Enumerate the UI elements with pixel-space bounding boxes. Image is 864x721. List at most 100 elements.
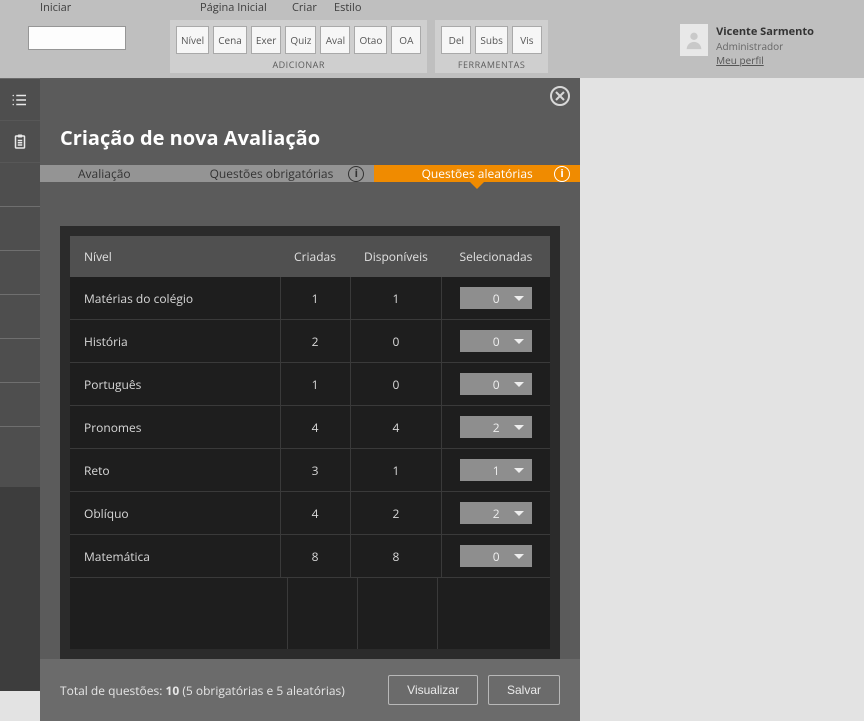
tabs: Avaliação Questões obrigatórias i Questõ… [40,165,580,182]
chevron-down-icon [514,425,524,435]
ribbon-group-tools: Del Subs Vis FERRAMENTAS [435,20,548,73]
ribbon-btn-vis[interactable]: Vis [512,26,542,54]
selected-dropdown[interactable]: 2 [460,416,532,438]
cell-available: 2 [350,492,442,535]
selected-dropdown[interactable]: 2 [460,502,532,524]
cell-created: 1 [280,363,350,406]
ribbon-btn-quiz[interactable]: Quiz [285,26,316,54]
cell-selected: 2 [442,492,550,535]
tab-aleatorias[interactable]: Questões aleatórias i [374,165,580,182]
tab-label: Avaliação [78,165,131,182]
ribbon-btn-exer[interactable]: Exer [251,26,282,54]
sidebar [0,78,40,691]
cell-created: 3 [280,449,350,492]
footer-detail: (5 obrigatórias e 5 aleatórias) [179,682,345,699]
user-role: Administrador [716,39,814,53]
selected-dropdown[interactable]: 0 [460,330,532,352]
cell-selected: 0 [442,320,550,363]
clipboard-icon [11,133,29,151]
cell-available: 1 [350,277,442,320]
questions-table: Nível Criadas Disponíveis Selecionadas M… [60,226,560,659]
cell-available: 0 [350,320,442,363]
modal-title: Criação de nova Avaliação [40,78,580,165]
info-icon[interactable]: i [554,166,570,182]
cell-available: 8 [350,535,442,578]
user-profile-link[interactable]: Meu perfil [716,53,814,67]
selected-dropdown[interactable]: 0 [460,545,532,567]
table-row: Matérias do colégio110 [70,277,550,320]
th-available: Disponíveis [350,236,442,277]
close-button[interactable] [550,86,570,106]
tab-label: Questões aleatórias [422,165,533,182]
ribbon-btn-oa[interactable]: OA [391,26,421,54]
chevron-down-icon [514,511,524,521]
cell-created: 2 [280,320,350,363]
chevron-down-icon [514,468,524,478]
ribbon-btn-otao[interactable]: Otao [354,26,387,54]
cell-selected: 1 [442,449,550,492]
menu-criar[interactable]: Criar [292,0,334,14]
user-box: Vicente Sarmento Administrador Meu perfi… [680,24,814,67]
table-row: Pronomes442 [70,406,550,449]
cell-created: 4 [280,406,350,449]
cell-selected: 2 [442,406,550,449]
table-empty-area [70,577,550,649]
sidebar-btn-list[interactable] [0,79,40,121]
cell-available: 0 [350,363,442,406]
cell-created: 8 [280,535,350,578]
user-name: Vicente Sarmento [716,24,814,39]
cell-selected: 0 [442,277,550,320]
table-row: História200 [70,320,550,363]
title-input[interactable] [28,26,126,50]
close-icon [555,91,565,101]
sidebar-btn-clipboard[interactable] [0,121,40,163]
selected-dropdown[interactable]: 0 [460,373,532,395]
table-row: Oblíquo422 [70,492,550,535]
chevron-down-icon [514,554,524,564]
ribbon-btn-aval[interactable]: Aval [320,26,350,54]
menu-estilo[interactable]: Estilo [334,0,361,14]
save-button[interactable]: Salvar [488,675,560,705]
th-selected: Selecionadas [442,236,550,277]
modal-footer: Total de questões: 10 (5 obrigatórias e … [40,659,580,721]
table-row: Reto311 [70,449,550,492]
person-icon [683,27,705,53]
menu-pagina-inicial[interactable]: Página Inicial [200,0,292,14]
cell-level: Reto [70,449,280,492]
ribbon: Iniciar Página Inicial Criar Estilo Níve… [0,0,864,78]
selected-dropdown[interactable]: 0 [460,287,532,309]
cell-level: Matemática [70,535,280,578]
ribbon-group-tools-label: FERRAMENTAS [441,58,542,71]
ribbon-btn-del[interactable]: Del [441,26,471,54]
footer-summary: Total de questões: 10 (5 obrigatórias e … [60,682,378,699]
cell-created: 4 [280,492,350,535]
footer-prefix: Total de questões: [60,682,166,699]
footer-total: 10 [166,682,180,699]
ribbon-btn-subs[interactable]: Subs [475,26,508,54]
cell-level: História [70,320,280,363]
tab-avaliacao[interactable]: Avaliação [40,165,169,182]
menu-iniciar[interactable]: Iniciar [40,0,200,14]
ribbon-group-add-label: ADICIONAR [176,58,421,71]
info-icon[interactable]: i [348,166,364,182]
th-level: Nível [70,236,280,277]
cell-created: 1 [280,277,350,320]
menubar: Iniciar Página Inicial Criar Estilo [0,0,864,14]
tab-label: Questões obrigatórias [210,165,334,182]
tab-obrigatorias[interactable]: Questões obrigatórias i [169,165,375,182]
modal-create-evaluation: Criação de nova Avaliação Avaliação Ques… [40,78,580,691]
ribbon-btn-nivel[interactable]: Nível [176,26,209,54]
cell-level: Oblíquo [70,492,280,535]
ribbon-btn-cena[interactable]: Cena [213,26,247,54]
ribbon-group-add: Nível Cena Exer Quiz Aval Otao OA ADICIO… [170,20,427,73]
chevron-down-icon [514,296,524,306]
cell-level: Pronomes [70,406,280,449]
cell-level: Matérias do colégio [70,277,280,320]
cell-selected: 0 [442,363,550,406]
preview-button[interactable]: Visualizar [388,675,478,705]
chevron-down-icon [514,339,524,349]
avatar [680,24,708,56]
selected-dropdown[interactable]: 1 [460,459,532,481]
cell-level: Português [70,363,280,406]
chevron-down-icon [514,382,524,392]
